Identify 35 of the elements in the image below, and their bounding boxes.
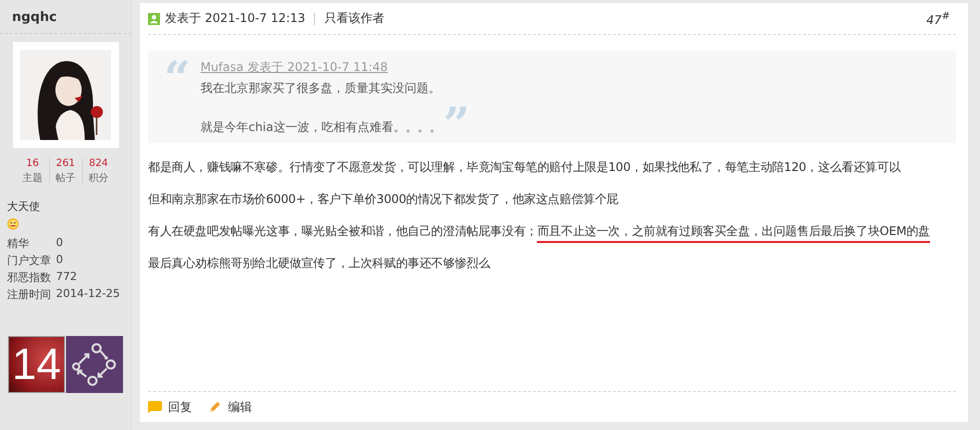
post-time: 发表于 2021-10-7 12:13: [165, 10, 306, 27]
floor-number[interactable]: 47$^{#}$: [926, 10, 950, 26]
quote-text: 就是今年chia这一波，吃相有点难看。。。。: [200, 119, 442, 136]
smiley-icon: [7, 218, 19, 230]
edit-link[interactable]: 编辑: [208, 398, 252, 416]
stat-value[interactable]: 16: [26, 158, 39, 169]
open-quote-mark: “: [164, 55, 190, 89]
field-value: 2014-12-25: [56, 287, 121, 302]
stat-value[interactable]: 261: [56, 158, 76, 169]
user-rank: 大天使: [7, 199, 41, 214]
stat-label: 积分: [88, 172, 108, 185]
field-label: 注册时间: [7, 287, 51, 302]
post-paragraph: 但和南京那家在市场价6000+，客户下单价3000的情况下都发货了，他家这点赔偿算个屁: [148, 191, 620, 208]
post-paragraph: 有人在硬盘吧发帖曝光这事，曝光贴全被和谐，他自己的澄清帖屁事没有；而且不止这一次，之前就有过顾客买全盘，出问题售后最后换了块OEM的盘: [148, 221, 956, 241]
field-label: 精华: [7, 236, 30, 251]
post-paragraph: 都是商人，赚钱嘛不寒碜。行情变了不愿意发货，可以理解，毕竟淘宝每笔的赔付上限是100，如果找他私了，每笔主动陪120，这么看还算可以: [148, 159, 902, 176]
username[interactable]: ngqhc: [0, 0, 131, 34]
field-value: 0: [56, 253, 64, 268]
speech-bubble-icon: [148, 401, 162, 413]
stat-value[interactable]: 824: [88, 158, 108, 169]
field-label: 门户文章: [7, 253, 51, 268]
pencil-icon: [208, 401, 222, 413]
user-icon: [148, 12, 160, 24]
field-value: 772: [56, 270, 78, 285]
author-only-link[interactable]: 只看该作者: [324, 10, 384, 27]
reply-link[interactable]: 回复: [148, 398, 192, 416]
medal-badge[interactable]: 14: [8, 336, 65, 393]
field-value: 0: [56, 236, 64, 251]
stat-label: 帖子: [56, 172, 76, 185]
close-quote-mark: ”: [443, 101, 470, 135]
post-paragraph: 最后真心劝棕熊哥别给北硬做宣传了，上次科赋的事还不够惨烈么: [148, 255, 492, 272]
network-medal-icon[interactable]: [66, 336, 123, 393]
quote-text: 我在北京那家买了很多盘，质量其实没问题。: [200, 80, 442, 97]
stat-label: 主题: [22, 172, 42, 185]
field-label: 邪恶指数: [7, 270, 51, 285]
